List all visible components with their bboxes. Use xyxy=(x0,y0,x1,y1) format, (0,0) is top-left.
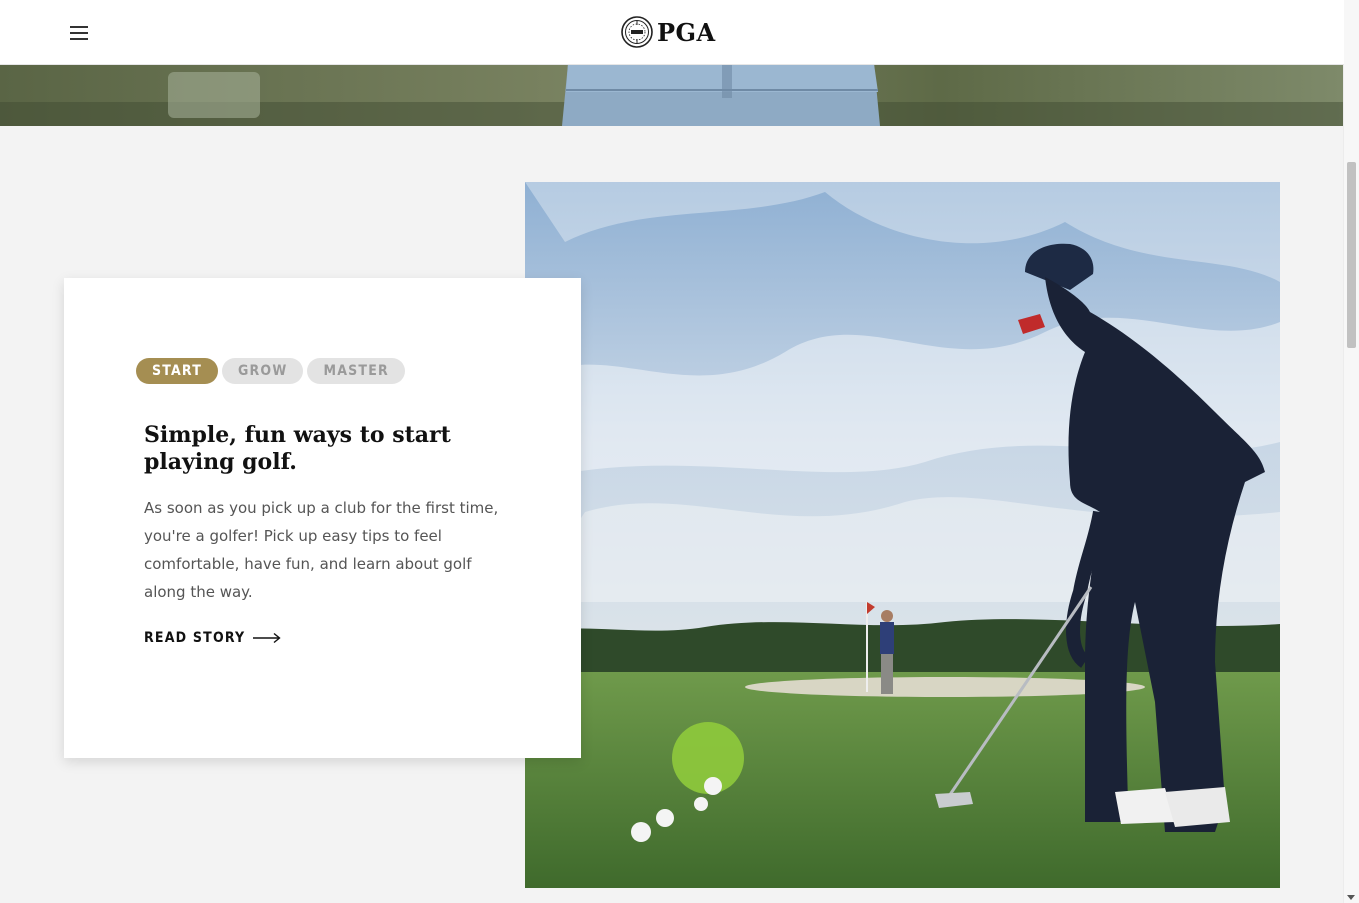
page-scrollbar[interactable] xyxy=(1343,0,1359,903)
feature-headline: Simple, fun ways to start playing golf. xyxy=(144,422,451,475)
tab-grow[interactable]: GROW xyxy=(222,358,304,384)
skill-level-tabs: START GROW MASTER xyxy=(136,358,405,384)
tab-master[interactable]: MASTER xyxy=(307,358,405,384)
hero-image-strip xyxy=(0,64,1344,126)
tab-start[interactable]: START xyxy=(136,358,218,384)
pga-logo[interactable]: PGA xyxy=(621,16,716,48)
pga-seal-icon xyxy=(621,16,653,48)
read-story-label: READ STORY xyxy=(144,630,246,646)
scroll-down-arrow-icon[interactable] xyxy=(1347,895,1355,900)
read-story-link[interactable]: READ STORY xyxy=(144,630,281,646)
long-arrow-right-icon xyxy=(253,632,281,644)
site-header: PGA xyxy=(0,0,1344,65)
feature-card: START GROW MASTER Simple, fun ways to st… xyxy=(64,278,581,758)
feature-body-text: As soon as you pick up a club for the fi… xyxy=(144,499,499,601)
scrollbar-thumb[interactable] xyxy=(1347,162,1356,348)
logo-text: PGA xyxy=(657,17,716,47)
hamburger-menu-icon[interactable] xyxy=(68,24,92,42)
golfer-feature-photo xyxy=(525,182,1280,888)
